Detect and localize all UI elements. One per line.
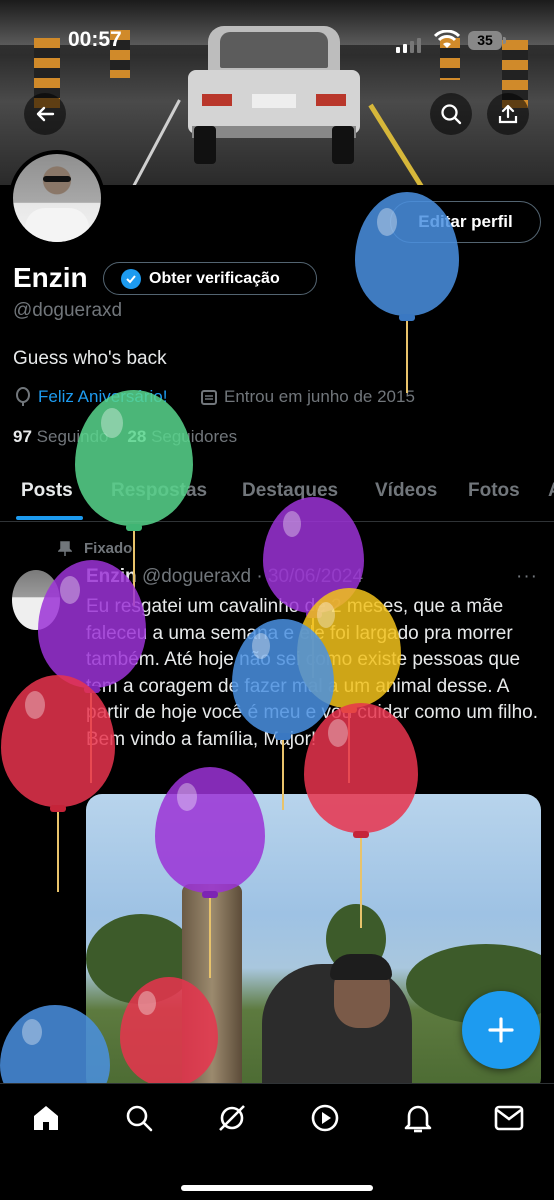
following-link[interactable]: 97 Seguindo (13, 427, 109, 446)
search-icon (126, 1105, 153, 1132)
nav-messages[interactable] (491, 1100, 527, 1136)
tab-more[interactable]: A (548, 480, 554, 502)
home-indicator (181, 1185, 373, 1191)
plus-icon (488, 1017, 514, 1043)
post-author-avatar[interactable] (12, 570, 60, 630)
profile-tabs: Posts Respostas Destaques Vídeos Fotos A (0, 470, 554, 522)
post-header: Enzin @dogueraxd · 30/06/2024 (86, 566, 363, 588)
nav-home[interactable] (28, 1100, 64, 1136)
pinned-label: Fixado (84, 540, 133, 557)
balloon-icon (16, 387, 30, 406)
nav-notifications[interactable] (400, 1100, 436, 1136)
tab-highlights[interactable]: Destaques (242, 480, 338, 502)
get-verified-label: Obter verificação (149, 269, 280, 287)
profile-bio: Guess who's back (13, 348, 167, 369)
get-verified-button[interactable]: Obter verificação (103, 262, 317, 295)
following-count: 97 (13, 427, 32, 446)
status-bar: 00:57 35 (0, 0, 554, 80)
joined-meta: Entrou em junho de 2015 (200, 387, 415, 407)
profile-avatar[interactable] (9, 150, 105, 246)
nav-grok[interactable] (214, 1100, 250, 1136)
post-handle-date: @dogueraxd · 30/06/2024 (141, 566, 364, 587)
tab-posts[interactable]: Posts (21, 480, 73, 502)
photo-person-hair (330, 954, 392, 980)
bottom-navigation (0, 1083, 554, 1200)
post-text: Eu resgatei um cavalinho de 2 meses, que… (86, 596, 539, 750)
nav-videos[interactable] (307, 1100, 343, 1136)
share-icon (498, 104, 518, 124)
play-icon (311, 1104, 339, 1132)
followers-count: 28 (127, 427, 147, 446)
grok-icon (219, 1105, 245, 1131)
post-more-button[interactable]: ··· (516, 566, 538, 588)
joined-date: Entrou em junho de 2015 (224, 387, 415, 406)
calendar-icon (201, 390, 217, 405)
photo-wooden-post (182, 884, 242, 1094)
wifi-icon (434, 30, 460, 48)
battery-icon: 35 (468, 31, 506, 50)
nav-search[interactable] (121, 1100, 157, 1136)
status-time: 00:57 (68, 28, 122, 51)
back-button[interactable] (24, 93, 66, 135)
following-label: Seguindo (36, 427, 109, 446)
share-button[interactable] (487, 93, 529, 135)
compose-post-button[interactable] (462, 991, 540, 1069)
pinned-indicator: Fixado (58, 540, 132, 557)
birthday-meta[interactable]: Feliz Aniversário! (14, 387, 167, 407)
tab-replies[interactable]: Respostas (111, 480, 207, 502)
banner-lane-line (121, 99, 181, 185)
edit-profile-button[interactable]: Editar perfil (390, 201, 541, 243)
tab-photos[interactable]: Fotos (468, 480, 520, 502)
profile-handle: @dogueraxd (13, 300, 123, 321)
followers-link[interactable]: 28 Seguidores (127, 427, 237, 446)
mail-icon (494, 1105, 524, 1131)
photo-tree (86, 914, 196, 1004)
home-icon (34, 1106, 58, 1130)
pin-icon (58, 540, 72, 556)
banner-lane-line (368, 103, 437, 185)
search-button[interactable] (430, 93, 472, 135)
arrow-left-icon (36, 106, 55, 122)
followers-label: Seguidores (151, 427, 238, 446)
search-icon (441, 104, 462, 125)
follow-stats: 97 Seguindo 28 Seguidores (13, 427, 237, 447)
post-author-name[interactable]: Enzin (86, 566, 137, 587)
verified-badge-icon (121, 268, 141, 289)
bell-icon (404, 1105, 432, 1133)
active-tab-indicator (16, 516, 83, 520)
birthday-link[interactable]: Feliz Aniversário! (38, 387, 167, 407)
tab-videos[interactable]: Vídeos (375, 480, 437, 502)
cellular-signal-icon (396, 38, 421, 53)
profile-name: Enzin (13, 262, 88, 293)
